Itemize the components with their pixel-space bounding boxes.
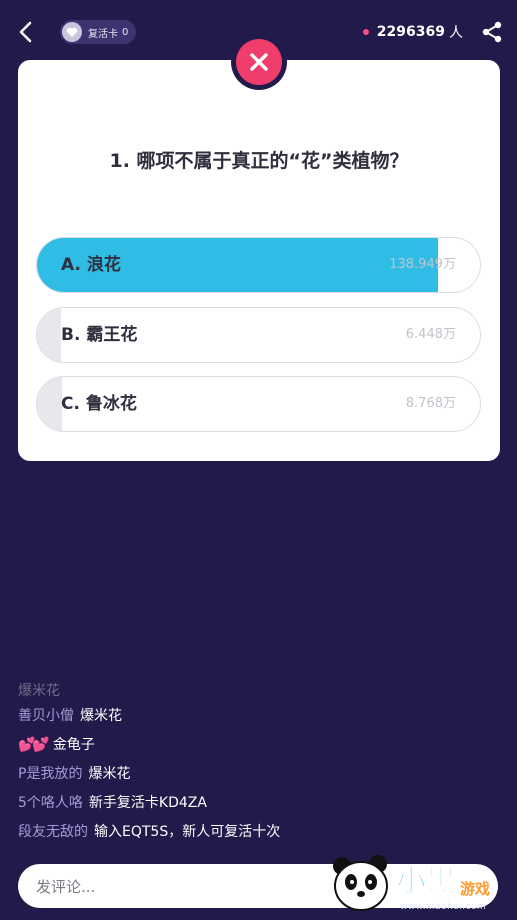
option-c-votes: 8.768万 (405, 396, 456, 411)
revive-count: 0 (122, 26, 129, 38)
comment-user: 5个咯人咯 (18, 795, 83, 811)
wrong-answer-badge (231, 34, 287, 90)
online-dot-icon (362, 29, 369, 35)
option-b-label: B. 霸王花 (61, 325, 138, 345)
option-c[interactable]: C. 鲁冰花 8.768万 (36, 376, 481, 432)
comment-user: 💕💕 (18, 737, 50, 753)
online-number: 2296369 (376, 24, 445, 40)
watermark-brand: 小黑 (396, 864, 457, 900)
watermark-url: www.xiaohei.com (400, 902, 487, 912)
comment-item: 💕💕 金龟子 (18, 731, 498, 760)
panda-icon (333, 855, 388, 911)
comment-user: 段友无敌的 (18, 824, 88, 840)
close-icon (250, 53, 268, 71)
option-b-votes: 6.448万 (405, 327, 456, 342)
comment-message: 爆米花 (80, 708, 122, 724)
option-b-bar (37, 308, 62, 362)
revive-card-badge[interactable]: 复活卡 0 (60, 20, 137, 44)
watermark-logo: 小黑 游戏 www.xiaohei.com (328, 848, 517, 920)
revive-label: 复活卡 (88, 28, 118, 40)
option-b[interactable]: B. 霸王花 6.448万 (36, 307, 481, 363)
option-a-votes: 138.949万 (389, 257, 456, 272)
comment-message: 输入EQT5S，新人可复活十次 (94, 824, 281, 840)
share-icon[interactable] (481, 20, 503, 44)
comment-user: P是我放的 (18, 766, 83, 782)
comment-item: 爆米花 (18, 680, 498, 702)
heart-icon (62, 22, 82, 42)
comment-message: 新手复活卡KD4ZA (88, 795, 207, 811)
comment-list: 爆米花 善贝小僧 爆米花 💕💕 金龟子 P是我放的 爆米花 5个咯人咯 新手复活卡KD4… (18, 680, 498, 847)
online-unit: 人 (449, 25, 463, 41)
option-a-label: A. 浪花 (61, 255, 121, 275)
comment-item: P是我放的 爆米花 (18, 760, 498, 789)
option-c-label: C. 鲁冰花 (61, 394, 137, 414)
comment-user: 善贝小僧 (18, 708, 74, 724)
question-text: 1. 哪项不属于真正的“花”类植物？ (109, 150, 409, 172)
comment-item: 善贝小僧 爆米花 (18, 702, 498, 731)
comment-message: 金龟子 (52, 737, 95, 753)
option-c-bar (37, 377, 62, 431)
option-a[interactable]: A. 浪花 138.949万 (36, 237, 481, 293)
comment-input[interactable] (34, 864, 338, 910)
online-count: 2296369 人 (362, 22, 463, 42)
watermark-brand-sub: 游戏 (460, 880, 491, 898)
comment-item: 5个咯人咯 新手复活卡KD4ZA (18, 789, 498, 818)
comment-message: 爆米花 (18, 683, 60, 699)
comment-message: 爆米花 (88, 766, 131, 782)
comment-item: 段友无敌的 输入EQT5S，新人可复活十次 (18, 818, 498, 847)
back-icon[interactable] (14, 18, 40, 46)
